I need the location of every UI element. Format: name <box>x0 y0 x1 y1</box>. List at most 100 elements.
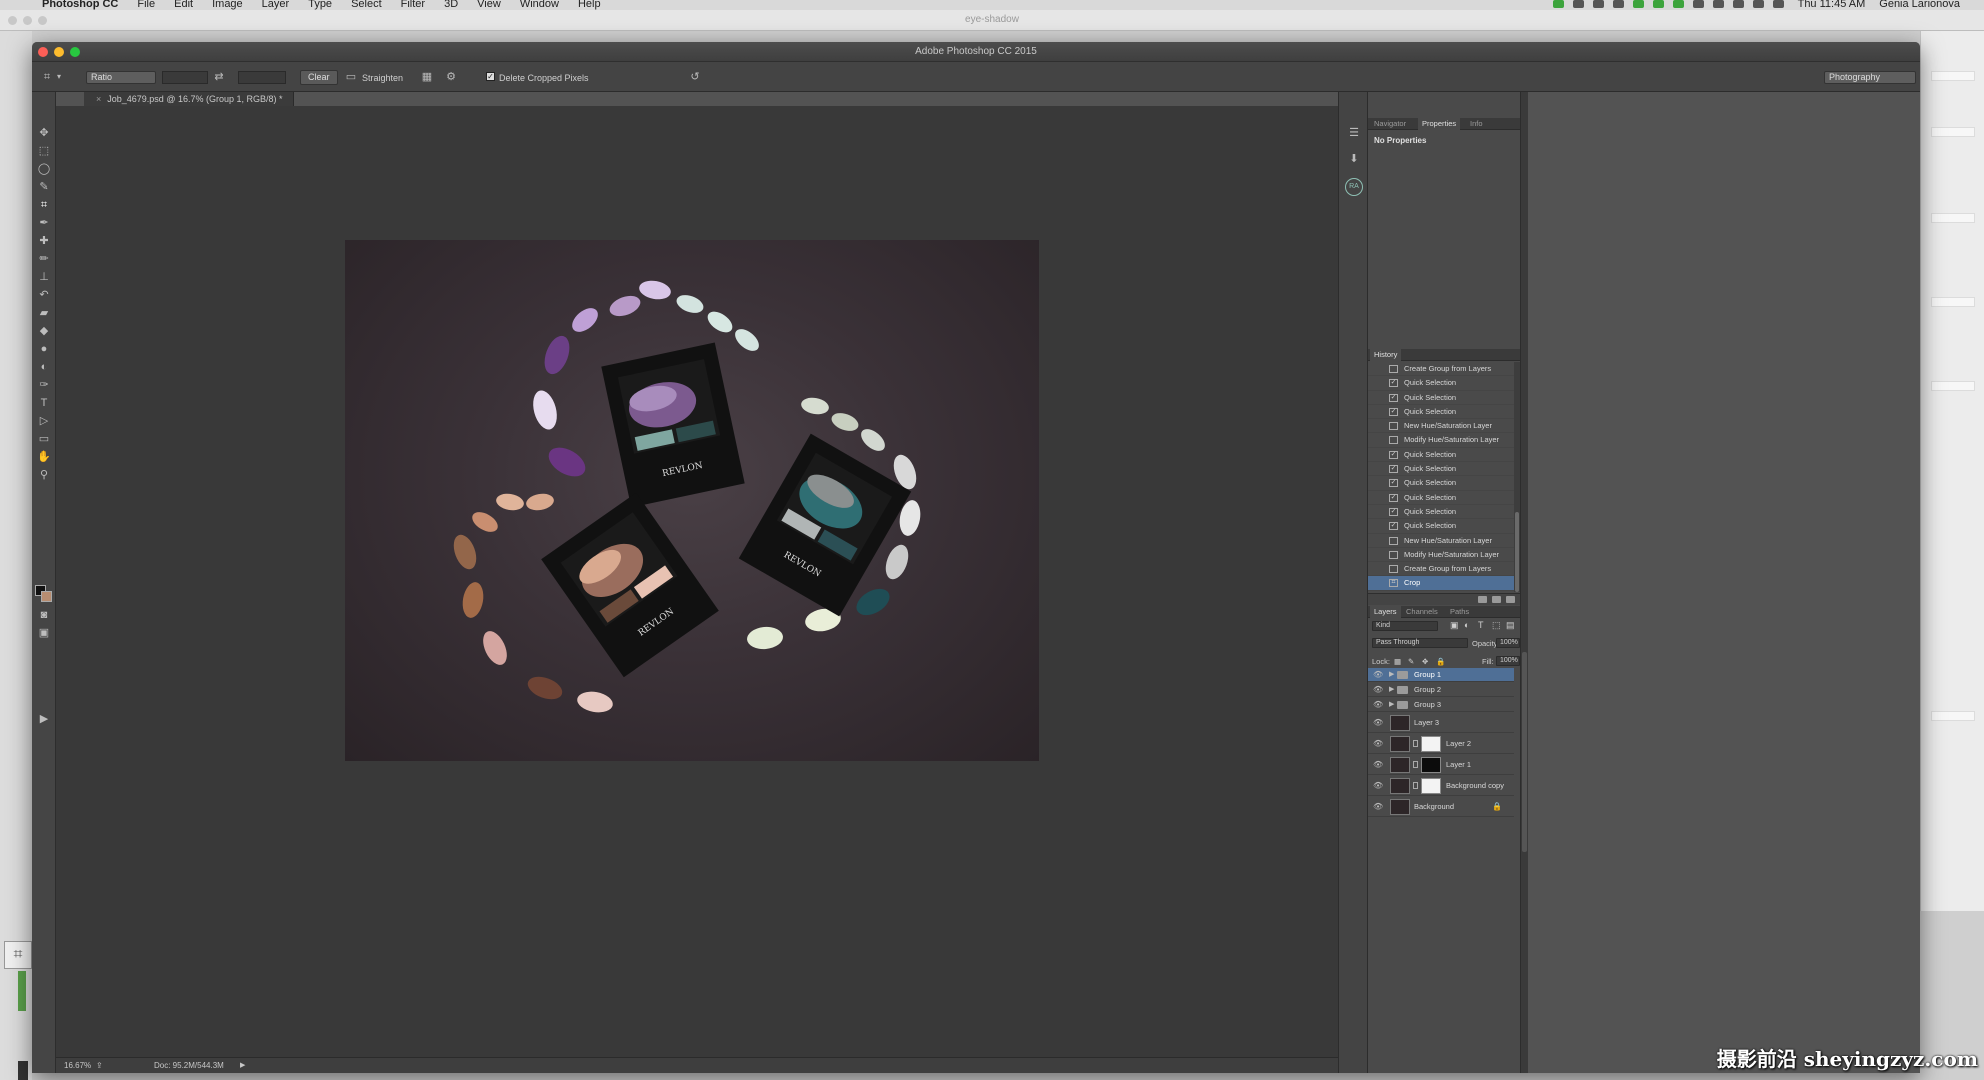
play-icon[interactable]: ▶ <box>36 712 52 726</box>
menu-file[interactable]: File <box>137 0 155 10</box>
visibility-eye-icon[interactable]: 👁 <box>1373 734 1383 754</box>
menu-layer[interactable]: Layer <box>262 0 290 10</box>
dodge-tool-icon[interactable]: ◐ <box>36 360 52 374</box>
close-tab-icon[interactable]: × <box>96 94 101 104</box>
filter-shape-icon[interactable]: ⬚ <box>1492 620 1501 631</box>
layer-name[interactable]: Background <box>1414 797 1454 817</box>
zoom-level[interactable]: 16.67% <box>64 1058 91 1073</box>
tab-navigator[interactable]: Navigator <box>1374 118 1406 130</box>
pen-tool-icon[interactable]: ✑ <box>36 378 52 392</box>
tray-app-icon[interactable] <box>1552 0 1564 8</box>
tab-info[interactable]: Info <box>1470 118 1483 130</box>
filter-pixel-icon[interactable]: ▣ <box>1450 620 1459 631</box>
history-item[interactable]: ✓ Quick Selection <box>1368 519 1514 534</box>
tray-green-icon-3[interactable] <box>1672 0 1684 8</box>
history-item[interactable]: ✓ Quick Selection <box>1368 491 1514 505</box>
crop-tool-icon[interactable]: ⌗ <box>36 198 52 212</box>
lock-position-icon[interactable]: ✥ <box>1422 656 1428 667</box>
filter-adjustment-icon[interactable]: ◐ <box>1464 620 1469 631</box>
tab-channels[interactable]: Channels <box>1406 606 1438 618</box>
path-selection-tool-icon[interactable]: ▷ <box>36 414 52 428</box>
libraries-icon[interactable]: ⬇ <box>1346 152 1362 166</box>
history-item[interactable]: Modify Hue/Saturation Layer <box>1368 433 1514 448</box>
screen-mode-icon[interactable]: ▣ <box>36 626 52 640</box>
history-item-selected[interactable]: ⌗ Crop <box>1368 576 1514 591</box>
history-brush-tool-icon[interactable]: ↶ <box>36 288 52 302</box>
menu-help[interactable]: Help <box>578 0 601 10</box>
blend-mode-select[interactable]: Pass Through <box>1372 638 1468 648</box>
marquee-tool-icon[interactable]: ⬚ <box>36 144 52 158</box>
chain-link-icon[interactable] <box>1413 782 1418 789</box>
status-menu-icon[interactable]: ▶ <box>240 1058 245 1073</box>
eraser-tool-icon[interactable]: ▰ <box>36 306 52 320</box>
tray-screen-icon[interactable] <box>1572 0 1584 8</box>
tray-display-icon[interactable] <box>1612 0 1624 8</box>
tab-properties[interactable]: Properties <box>1418 118 1461 130</box>
straighten-label[interactable]: Straighten <box>362 73 403 83</box>
layer-name[interactable]: Layer 1 <box>1446 755 1471 775</box>
workspace-select[interactable]: Photography <box>1824 71 1916 84</box>
clear-button[interactable]: Clear <box>300 70 338 85</box>
menu-edit[interactable]: Edit <box>174 0 193 10</box>
menu-view[interactable]: View <box>477 0 501 10</box>
layer-mask-thumbnail[interactable] <box>1421 778 1441 794</box>
quick-mask-icon[interactable]: ◙ <box>36 608 52 622</box>
brush-tool-icon[interactable]: ✏ <box>36 252 52 266</box>
layer-name[interactable]: Group 1 <box>1414 668 1441 682</box>
tray-volume-icon[interactable] <box>1752 0 1764 8</box>
visibility-eye-icon[interactable]: 👁 <box>1373 698 1383 712</box>
history-item[interactable]: New Hue/Saturation Layer <box>1368 534 1514 548</box>
lock-all-icon[interactable]: 🔒 <box>1436 656 1445 667</box>
move-tool-icon[interactable]: ✥ <box>36 126 52 140</box>
layer-mask-thumbnail[interactable] <box>1421 736 1441 752</box>
straighten-icon[interactable]: ▭ <box>344 70 358 84</box>
filter-type-icon[interactable]: T <box>1478 620 1484 631</box>
background-color-swatch[interactable] <box>41 591 52 602</box>
filter-kind-select[interactable]: Kind <box>1372 621 1438 631</box>
document-size[interactable]: Doc: 95.2M/544.3M <box>154 1058 224 1073</box>
fill-input[interactable]: 100% <box>1496 656 1520 666</box>
visibility-eye-icon[interactable]: 👁 <box>1373 755 1383 775</box>
tray-flag-icon[interactable] <box>1772 0 1784 8</box>
history-item[interactable]: ✓ Quick Selection <box>1368 376 1514 391</box>
history-item[interactable]: ✓ Quick Selection <box>1368 448 1514 463</box>
menu-photoshop[interactable]: Photoshop CC <box>42 0 118 10</box>
swap-icon[interactable]: ⇄ <box>212 70 226 84</box>
rectangle-tool-icon[interactable]: ▭ <box>36 432 52 446</box>
hand-tool-icon[interactable]: ✋ <box>36 450 52 464</box>
scroll-thumb[interactable] <box>1515 512 1519 592</box>
history-item[interactable]: ✓ Quick Selection <box>1368 505 1514 520</box>
visibility-eye-icon[interactable]: 👁 <box>1373 668 1383 682</box>
menu-window[interactable]: Window <box>520 0 559 10</box>
quick-selection-tool-icon[interactable]: ✎ <box>36 180 52 194</box>
eyedropper-tool-icon[interactable]: ✒ <box>36 216 52 230</box>
ratio-select[interactable]: Ratio <box>86 71 156 84</box>
product-photo[interactable]: REVLON REVLON REVLON <box>345 240 1039 761</box>
delete-cropped-checkbox[interactable]: ✓ <box>486 72 495 81</box>
history-item[interactable]: ✓ Quick Selection <box>1368 405 1514 420</box>
visibility-eye-icon[interactable]: 👁 <box>1373 797 1383 817</box>
delete-cropped-label[interactable]: Delete Cropped Pixels <box>499 73 589 83</box>
tray-timemachine-icon[interactable] <box>1712 0 1724 8</box>
clock[interactable]: Thu 11:45 AM <box>1798 0 1866 10</box>
history-item[interactable]: Create Group from Layers (Save) <box>1368 562 1514 587</box>
history-item[interactable]: ✓ Quick Selection <box>1368 391 1514 405</box>
share-icon[interactable]: ⇪ <box>96 1058 103 1073</box>
type-tool-icon[interactable]: T <box>36 396 52 410</box>
user-name[interactable]: Genia Larionova <box>1879 0 1960 10</box>
menu-type[interactable]: Type <box>308 0 332 10</box>
user-avatar-icon[interactable]: RA <box>1345 178 1363 196</box>
expand-group-icon[interactable]: ▶ <box>1389 698 1394 712</box>
new-document-from-state-icon[interactable] <box>1478 596 1487 603</box>
zoom-tool-icon[interactable]: ⚲ <box>36 468 52 482</box>
tab-layers[interactable]: Layers <box>1370 606 1401 618</box>
gear-icon[interactable]: ⚙ <box>444 70 458 84</box>
clone-stamp-tool-icon[interactable]: ⊥ <box>36 270 52 284</box>
lock-transparent-icon[interactable]: ▦ <box>1394 656 1401 667</box>
healing-brush-tool-icon[interactable]: ✚ <box>36 234 52 248</box>
paint-bucket-tool-icon[interactable]: ◆ <box>36 324 52 338</box>
layer-mask-thumbnail[interactable] <box>1421 757 1441 773</box>
expand-group-icon[interactable]: ▶ <box>1389 683 1394 697</box>
document-tab[interactable]: × Job_4679.psd @ 16.7% (Group 1, RGB/8) * <box>84 92 294 106</box>
layer-name[interactable]: Background copy <box>1446 776 1504 796</box>
